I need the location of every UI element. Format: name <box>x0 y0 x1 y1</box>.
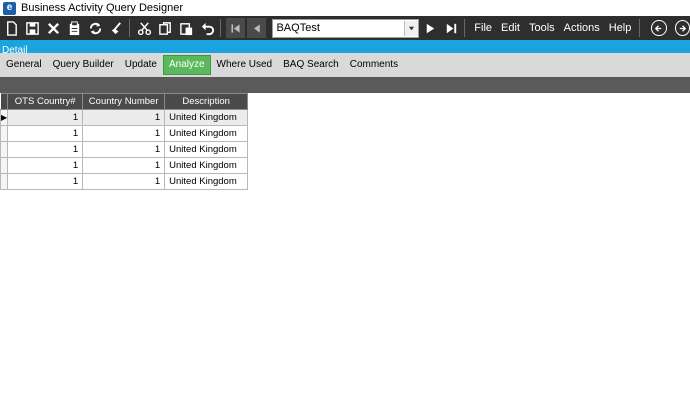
tab-comments[interactable]: Comments <box>345 56 403 74</box>
toolbar-separator <box>464 19 466 37</box>
menu-file[interactable]: File <box>474 22 492 34</box>
back-arrow-icon[interactable] <box>651 20 667 36</box>
toolbar: BAQTest File Edit Tools Actions Help <box>0 16 690 40</box>
cell-description[interactable]: United Kingdom <box>164 109 249 126</box>
results-grid: OTS Country# Country Number Description … <box>0 93 249 190</box>
cell-ots-country[interactable]: 1 <box>7 157 84 174</box>
cell-description[interactable]: United Kingdom <box>164 141 249 158</box>
cell-ots-country[interactable]: 1 <box>7 173 84 190</box>
tab-baq-search[interactable]: BAQ Search <box>278 56 344 74</box>
toolbar-separator <box>220 19 222 37</box>
cell-country-number[interactable]: 1 <box>82 125 166 142</box>
tab-query-builder[interactable]: Query Builder <box>48 56 119 74</box>
query-id-value: BAQTest <box>276 22 320 34</box>
grid-header-row: OTS Country# Country Number Description <box>0 93 249 110</box>
tab-update[interactable]: Update <box>120 56 162 74</box>
column-header-ots-country[interactable]: OTS Country# <box>7 93 84 110</box>
new-icon[interactable] <box>2 18 21 38</box>
first-record-button[interactable] <box>226 18 246 38</box>
clear-icon[interactable] <box>107 18 126 38</box>
tab-general[interactable]: General <box>1 56 47 74</box>
cell-ots-country[interactable]: 1 <box>7 141 84 158</box>
grid-header-strip <box>0 77 690 93</box>
delete-icon[interactable] <box>44 18 63 38</box>
table-row[interactable]: 1 1 United Kingdom <box>0 141 249 158</box>
query-id-combo[interactable]: BAQTest <box>272 18 420 38</box>
cell-ots-country[interactable]: 1 <box>7 125 84 142</box>
menu-help[interactable]: Help <box>609 22 632 34</box>
cell-country-number[interactable]: 1 <box>82 173 166 190</box>
cell-description[interactable]: United Kingdom <box>164 157 249 174</box>
next-record-button[interactable] <box>421 18 440 38</box>
toolbar-separator <box>129 19 131 37</box>
last-record-button[interactable] <box>442 18 461 38</box>
menu-tools[interactable]: Tools <box>529 22 555 34</box>
row-selector[interactable] <box>0 173 9 190</box>
tab-bar: General Query Builder Update Analyze Whe… <box>0 53 690 77</box>
table-row[interactable]: 1 1 United Kingdom <box>0 157 249 174</box>
table-row[interactable]: ▶ 1 1 United Kingdom <box>0 109 249 126</box>
undo-icon[interactable] <box>198 18 217 38</box>
cut-icon[interactable] <box>135 18 154 38</box>
cell-country-number[interactable]: 1 <box>82 141 166 158</box>
chevron-down-icon[interactable] <box>404 20 419 36</box>
clipboard-icon[interactable] <box>65 18 84 38</box>
cell-country-number[interactable]: 1 <box>82 157 166 174</box>
table-row[interactable]: 1 1 United Kingdom <box>0 173 249 190</box>
row-selector[interactable] <box>0 157 9 174</box>
paste-icon[interactable] <box>177 18 196 38</box>
menu-edit[interactable]: Edit <box>501 22 520 34</box>
title-bar: e Business Activity Query Designer <box>0 0 690 16</box>
row-selector[interactable] <box>0 125 9 142</box>
column-header-description[interactable]: Description <box>164 93 249 110</box>
cell-description[interactable]: United Kingdom <box>164 125 249 142</box>
cell-description[interactable]: United Kingdom <box>164 173 249 190</box>
refresh-icon[interactable] <box>86 18 105 38</box>
copy-icon[interactable] <box>156 18 175 38</box>
current-row-indicator-icon[interactable]: ▶ <box>0 109 9 126</box>
cell-ots-country[interactable]: 1 <box>7 109 84 126</box>
save-icon[interactable] <box>23 18 42 38</box>
window-title: Business Activity Query Designer <box>21 2 184 14</box>
table-row[interactable]: 1 1 United Kingdom <box>0 125 249 142</box>
previous-record-button[interactable] <box>247 18 267 38</box>
cell-country-number[interactable]: 1 <box>82 109 166 126</box>
row-selector[interactable] <box>0 141 9 158</box>
detail-bar: Detail <box>0 40 690 56</box>
tab-analyze[interactable]: Analyze <box>162 55 211 75</box>
tab-where-used[interactable]: Where Used <box>212 56 278 74</box>
row-selector-header <box>0 93 9 110</box>
forward-arrow-icon[interactable] <box>674 20 690 36</box>
menu-actions[interactable]: Actions <box>564 22 600 34</box>
app-logo: e <box>3 1 16 15</box>
column-header-country-number[interactable]: Country Number <box>82 93 166 110</box>
toolbar-separator <box>639 19 641 37</box>
